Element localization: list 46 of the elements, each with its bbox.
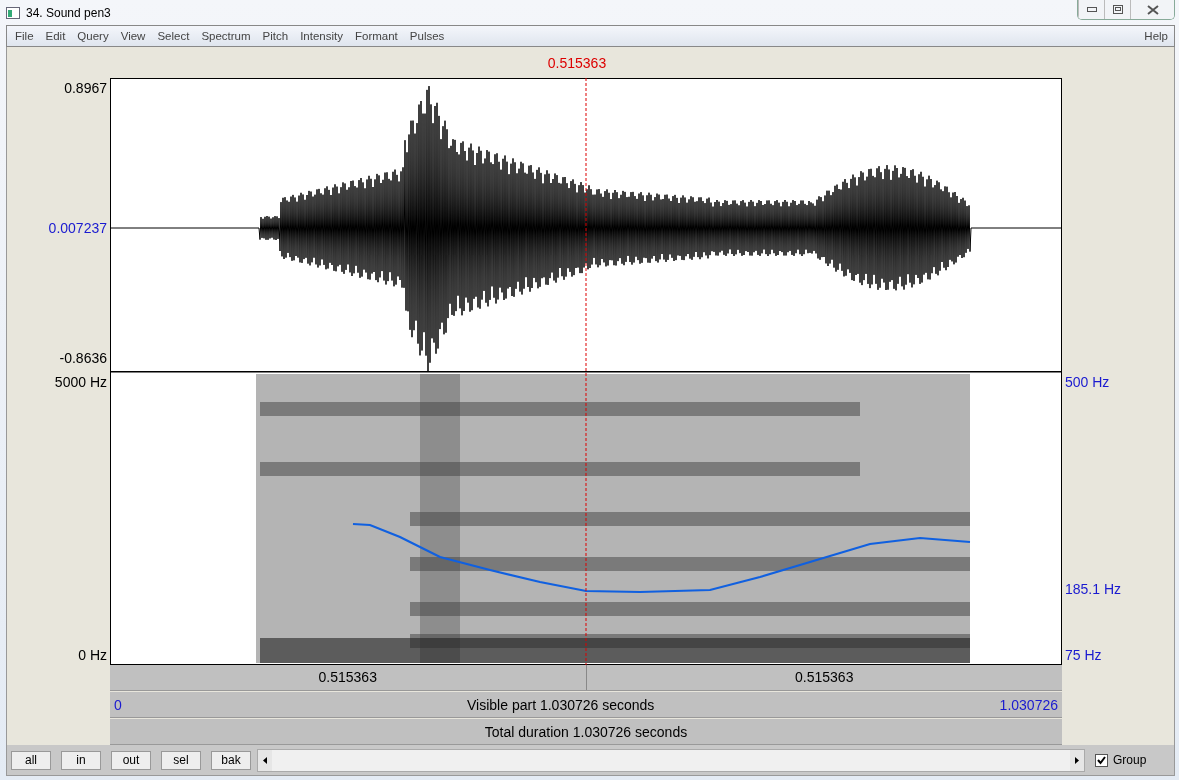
scroll-right-button[interactable] <box>1070 749 1084 771</box>
menu-item[interactable]: File <box>9 30 40 43</box>
menu-item[interactable]: Pulses <box>403 30 451 43</box>
zoom-button[interactable]: all <box>11 750 51 770</box>
pitch-max: 500 Hz <box>1065 374 1110 390</box>
maximize-icon <box>1112 5 1123 14</box>
left-triangle-icon <box>263 756 267 764</box>
menu-item[interactable]: Spectrum <box>195 30 257 43</box>
pitch-min: 75 Hz <box>1065 647 1102 663</box>
horizontal-scrollbar[interactable] <box>257 748 1085 772</box>
right-triangle-icon <box>1075 756 1079 764</box>
zoom-button[interactable]: sel <box>161 750 201 770</box>
visible-end: 1.030726 <box>999 696 1058 713</box>
zoom-button[interactable]: out <box>111 750 151 770</box>
zoom-button[interactable]: in <box>61 750 101 770</box>
visible-part-label: Visible part 1.030726 seconds <box>467 696 655 713</box>
menu-item[interactable]: View <box>114 30 152 43</box>
scroll-left-button[interactable] <box>258 749 272 771</box>
time-segment[interactable]: 0.515363 <box>110 665 586 690</box>
amplitude-min: -0.8636 <box>59 350 107 366</box>
zoom-button[interactable]: bak <box>211 750 251 770</box>
window-title: 34. Sound pen3 <box>26 5 111 20</box>
help-menu[interactable]: Help <box>1138 30 1174 43</box>
time-segment[interactable]: 0.515363 <box>585 665 1062 690</box>
menu-item[interactable]: Intensity <box>294 30 349 43</box>
visible-start: 0 <box>114 696 122 713</box>
menu-item[interactable]: Select <box>151 30 196 43</box>
window-icon <box>6 6 20 19</box>
total-duration-label: Total duration 1.030726 seconds <box>484 723 688 740</box>
visible-part-bar[interactable]: 0 Visible part 1.030726 seconds 1.030726 <box>110 692 1062 718</box>
frequency-max: 5000 Hz <box>54 374 107 390</box>
frequency-min: 0 Hz <box>78 647 107 663</box>
group-checkbox[interactable] <box>1095 753 1108 767</box>
menu-item[interactable]: Formant <box>349 30 404 43</box>
menu-item[interactable]: Edit <box>39 30 72 43</box>
minimize-icon <box>1086 6 1097 13</box>
menu-item[interactable]: Query <box>71 30 115 43</box>
amplitude-max: 0.8967 <box>64 80 107 96</box>
group-label: Group <box>1113 753 1147 767</box>
menu-item[interactable]: Pitch <box>256 30 295 43</box>
pitch-mark: 185.1 Hz <box>1065 581 1122 597</box>
close-button[interactable] <box>1130 0 1174 19</box>
amplitude-zero: 0.007237 <box>48 220 107 236</box>
total-duration-bar[interactable]: Total duration 1.030726 seconds <box>110 719 1062 745</box>
cursor-time: 0.515363 <box>546 54 608 71</box>
close-icon <box>1146 4 1159 15</box>
